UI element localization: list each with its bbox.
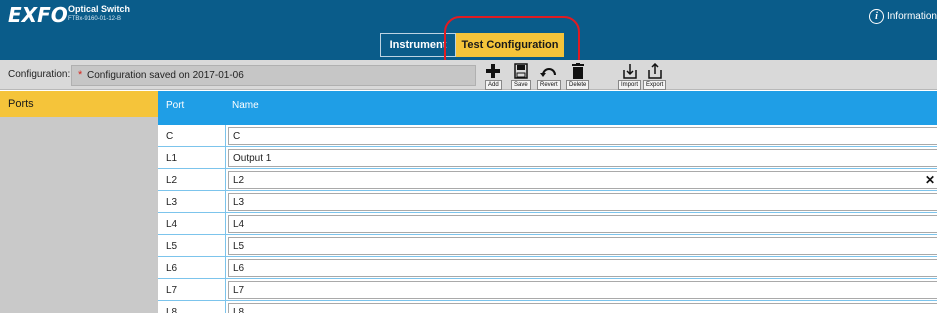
export-button[interactable]: Export: [643, 63, 667, 90]
sidebar: Ports: [0, 91, 158, 313]
table-row: L4: [158, 213, 937, 235]
delete-label: Delete: [566, 80, 590, 90]
import-button[interactable]: Import: [618, 63, 642, 90]
port-cell: L3: [158, 191, 226, 213]
table-row: L6: [158, 257, 937, 279]
port-cell: L1: [158, 147, 226, 169]
port-cell: L6: [158, 257, 226, 279]
port-label: L7: [166, 285, 178, 296]
information-label: Information: [886, 11, 937, 22]
exfo-logo: EXFO: [8, 3, 68, 27]
clear-input-icon[interactable]: ✕: [925, 173, 935, 187]
port-name-input[interactable]: [228, 171, 937, 189]
table-row: L3: [158, 191, 937, 213]
port-label: L3: [166, 197, 178, 208]
port-label: L2: [166, 175, 178, 186]
plus-icon: [485, 63, 501, 79]
port-label: L6: [166, 263, 178, 274]
port-name-input[interactable]: [228, 127, 937, 145]
table-header: Port Name: [158, 91, 937, 125]
save-button[interactable]: Save: [511, 63, 531, 90]
configuration-label: Configuration:: [8, 69, 71, 80]
table-row: L8: [158, 301, 937, 313]
export-icon: [647, 63, 663, 79]
port-cell: L2: [158, 169, 226, 191]
add-label: Add: [485, 80, 502, 90]
port-label: L5: [166, 241, 178, 252]
unsaved-marker: *: [78, 69, 83, 81]
ports-table: Port Name C L1 L2 ✕ L3 L4 L5 L6 L7 L8: [158, 91, 937, 313]
port-name-input[interactable]: [228, 193, 937, 211]
configuration-bar: Configuration: * Configuration saved on …: [0, 60, 937, 90]
port-name-input[interactable]: [228, 259, 937, 277]
port-cell: L7: [158, 279, 226, 301]
sidebar-item-ports[interactable]: Ports: [0, 91, 158, 117]
export-label: Export: [643, 80, 667, 90]
port-name-input[interactable]: [228, 281, 937, 299]
port-label: L8: [166, 307, 178, 313]
configuration-selector[interactable]: * Configuration saved on 2017-01-06: [71, 65, 476, 86]
column-header-port: Port: [166, 100, 185, 111]
trash-icon: [571, 63, 585, 79]
table-row: C: [158, 125, 937, 147]
table-row: L7: [158, 279, 937, 301]
column-header-name: Name: [232, 100, 259, 111]
revert-icon: [539, 63, 558, 79]
table-row: L5: [158, 235, 937, 257]
table-body: C L1 L2 ✕ L3 L4 L5 L6 L7 L8: [158, 125, 937, 313]
port-name-input[interactable]: [228, 149, 937, 167]
port-name-input[interactable]: [228, 215, 937, 233]
save-label: Save: [511, 80, 531, 90]
table-row: L2 ✕: [158, 169, 937, 191]
revert-button[interactable]: Revert: [537, 63, 561, 90]
revert-label: Revert: [537, 80, 561, 90]
port-cell: C: [158, 125, 226, 147]
information-button[interactable]: i Information: [868, 9, 937, 24]
save-icon: [513, 63, 529, 79]
port-label: C: [166, 131, 174, 142]
port-label: L1: [166, 153, 178, 164]
import-icon: [622, 63, 638, 79]
port-name-input[interactable]: [228, 303, 937, 313]
info-icon: i: [868, 9, 884, 24]
port-cell: L4: [158, 213, 226, 235]
port-name-input[interactable]: [228, 237, 937, 255]
port-label: L4: [166, 219, 178, 230]
configuration-status: Configuration saved on 2017-01-06: [87, 70, 244, 81]
delete-button[interactable]: Delete: [566, 63, 590, 90]
sidebar-item-label: Ports: [8, 98, 34, 110]
import-label: Import: [618, 80, 642, 90]
port-cell: L8: [158, 301, 226, 313]
table-row: L1: [158, 147, 937, 169]
app-model: FTBx-9160-01-12-B: [68, 16, 122, 22]
port-cell: L5: [158, 235, 226, 257]
app-name: Optical Switch: [68, 4, 131, 14]
add-button[interactable]: Add: [485, 63, 502, 90]
